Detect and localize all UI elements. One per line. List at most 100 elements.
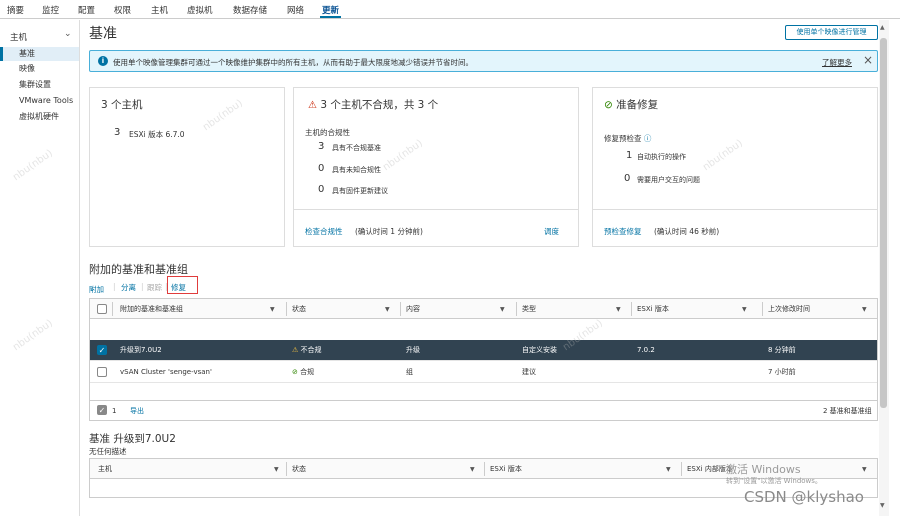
manage-with-image-button[interactable]: 使用单个映像进行管理	[785, 25, 878, 40]
info-icon[interactable]: ⓘ	[644, 134, 652, 143]
col-header-esxi[interactable]: ESXi 版本	[631, 299, 669, 318]
warning-icon: ⚠	[308, 100, 317, 111]
scroll-down-icon[interactable]: ▼	[880, 502, 885, 509]
filter-icon[interactable]: ▼	[500, 306, 505, 313]
filter-icon[interactable]: ▼	[616, 306, 621, 313]
row-checkbox[interactable]	[97, 367, 107, 377]
precheck-remediation-link[interactable]: 预检查修复	[604, 226, 642, 237]
filter-icon[interactable]: ▼	[270, 306, 275, 313]
col-header-esxi[interactable]: ESXi 版本	[484, 459, 522, 478]
baseline-detail-title: 基准 升级到7.0U2	[89, 433, 176, 445]
grid-header: 附加的基准和基准组 ▼ 状态 ▼ 内容 ▼ 类型 ▼ ESXi 版本 ▼ 上次修…	[90, 299, 877, 319]
tab-configure[interactable]: 配置	[78, 4, 95, 16]
learn-more-link[interactable]: 了解更多	[822, 57, 852, 68]
sidebar-item-baselines[interactable]: 基准	[0, 47, 79, 61]
select-all-checkbox[interactable]	[97, 304, 107, 314]
filter-icon[interactable]: ▼	[862, 306, 867, 313]
filter-icon[interactable]: ▼	[666, 466, 671, 473]
compliance-title-text: 3 个主机不合规，共 3 个	[320, 99, 439, 111]
tab-summary[interactable]: 摘要	[7, 4, 24, 16]
tab-permissions[interactable]: 权限	[114, 4, 131, 16]
filter-icon[interactable]: ▼	[385, 306, 390, 313]
info-icon: i	[98, 56, 108, 66]
cell-baseline-name: vSAN Cluster 'senge-vsan'	[120, 368, 212, 376]
detach-button[interactable]: 分离	[121, 282, 136, 293]
sidebar-header-hosts[interactable]: 主机	[10, 31, 27, 43]
cell-esxi: 7.0.2	[637, 346, 655, 354]
hosts-count: 3	[114, 127, 121, 138]
top-nav-bar: 摘要 监控 配置 权限 主机 虚拟机 数据存储 网络 更新	[0, 0, 900, 19]
row-checkbox[interactable]: ✓	[97, 345, 107, 355]
status-text: 不合规	[300, 346, 322, 354]
compliance-num-3: 0	[318, 184, 325, 195]
remediation-card-title: ⊘ 准备修复	[604, 97, 658, 112]
tab-hosts[interactable]: 主机	[151, 4, 168, 16]
compliance-label-1: 具有不合规基准	[332, 144, 381, 152]
precheck-num-1: 1	[626, 150, 633, 161]
sync-button[interactable]: 跟踪	[147, 282, 162, 293]
col-header-host[interactable]: 主机	[92, 459, 112, 478]
grid-footer: ✓ 1 导出 2 基准和基准组	[90, 400, 877, 420]
close-icon[interactable]: ×	[863, 53, 873, 67]
precheck-label-1: 自动执行的操作	[637, 153, 686, 161]
highlight-box	[167, 276, 198, 294]
remediation-title-text: 准备修复	[616, 99, 659, 111]
baselines-grid: 附加的基准和基准组 ▼ 状态 ▼ 内容 ▼ 类型 ▼ ESXi 版本 ▼ 上次修…	[89, 298, 878, 421]
attached-section-title: 附加的基准和基准组	[89, 263, 188, 276]
check-time-text: (确认时间 1 分钟前)	[355, 227, 423, 236]
divider	[294, 209, 578, 210]
cell-content: 组	[406, 368, 413, 376]
hosts-card: 3 个主机 3 ESXi 版本 6.7.0	[89, 87, 285, 247]
compliance-num-2: 0	[318, 163, 325, 174]
banner-message: 使用单个映像管理集群可通过一个映像维护集群中的所有主机，从而有助于最大限度地减少…	[113, 58, 473, 67]
divider	[593, 209, 877, 210]
selected-count: 1	[112, 407, 117, 415]
warning-icon: ⚠	[292, 346, 299, 354]
tab-vms[interactable]: 虚拟机	[187, 4, 213, 16]
vertical-scrollbar[interactable]: ▲ ▼	[879, 20, 889, 516]
filter-icon[interactable]: ▼	[862, 466, 867, 473]
status-text: 合规	[300, 368, 315, 376]
cell-status: ⊘ 合规	[286, 362, 314, 382]
sidebar-item-vmware-tools[interactable]: VMware Tools	[0, 94, 79, 108]
column-separator	[112, 302, 113, 316]
cell-esxi	[631, 362, 637, 382]
check-compliance-link[interactable]: 检查合规性	[305, 226, 343, 237]
esxi-version-text: ESXi 版本 6.7.0	[129, 130, 185, 139]
sidebar-item-cluster-settings[interactable]: 集群设置	[0, 78, 79, 92]
precheck-label-2: 需要用户交互的问题	[637, 176, 700, 184]
compliance-subtitle: 主机的合规性	[305, 128, 350, 137]
schedule-link[interactable]: 调度	[544, 226, 559, 237]
compliance-card: ⚠ 3 个主机不合规，共 3 个 主机的合规性 3 具有不合规基准 0 具有未知…	[293, 87, 579, 247]
col-header-content[interactable]: 内容	[400, 299, 420, 318]
scroll-up-icon[interactable]: ▲	[880, 24, 885, 31]
tab-monitor[interactable]: 监控	[42, 4, 59, 16]
cell-modified: 7 小时前	[768, 368, 796, 376]
cell-status: ⚠ 不合规	[286, 340, 322, 360]
sidebar-item-images[interactable]: 映像	[0, 62, 79, 76]
check-circle-icon: ⊘	[604, 99, 613, 111]
cell-modified: 8 分钟前	[768, 346, 796, 354]
col-header-status[interactable]: 状态	[286, 299, 306, 318]
export-link[interactable]: 导出	[124, 401, 144, 420]
activate-windows-text: 激活 Windows	[726, 463, 801, 476]
tab-networks[interactable]: 网络	[287, 4, 304, 16]
table-row[interactable]: ✓ 升级到7.0U2 ⚠ 不合规 升级 自定义安装 7.0.2 8 分钟前	[90, 340, 877, 361]
table-row[interactable]: vSAN Cluster 'senge-vsan' ⊘ 合规 组 建议 7 小时…	[90, 362, 877, 383]
chevron-down-icon[interactable]: ⌄	[64, 29, 72, 39]
precheck-num-2: 0	[624, 173, 631, 184]
col-header-modified[interactable]: 上次修改时间	[762, 299, 810, 318]
compliance-label-3: 具有固件更新建议	[332, 187, 388, 195]
col-header-baseline[interactable]: 附加的基准和基准组	[114, 299, 183, 318]
sidebar-item-vm-hardware[interactable]: 虚拟机硬件	[0, 110, 79, 124]
chevron-down-icon: ⌄	[89, 284, 96, 293]
cell-baseline-name: 升级到7.0U2	[120, 346, 162, 354]
scrollbar-thumb[interactable]	[880, 38, 887, 408]
col-header-status[interactable]: 状态	[286, 459, 306, 478]
filter-icon[interactable]: ▼	[470, 466, 475, 473]
tab-updates[interactable]: 更新	[319, 4, 342, 18]
filter-icon[interactable]: ▼	[742, 306, 747, 313]
filter-icon[interactable]: ▼	[274, 466, 279, 473]
tab-datastores[interactable]: 数据存储	[233, 4, 267, 16]
col-header-type[interactable]: 类型	[516, 299, 536, 318]
